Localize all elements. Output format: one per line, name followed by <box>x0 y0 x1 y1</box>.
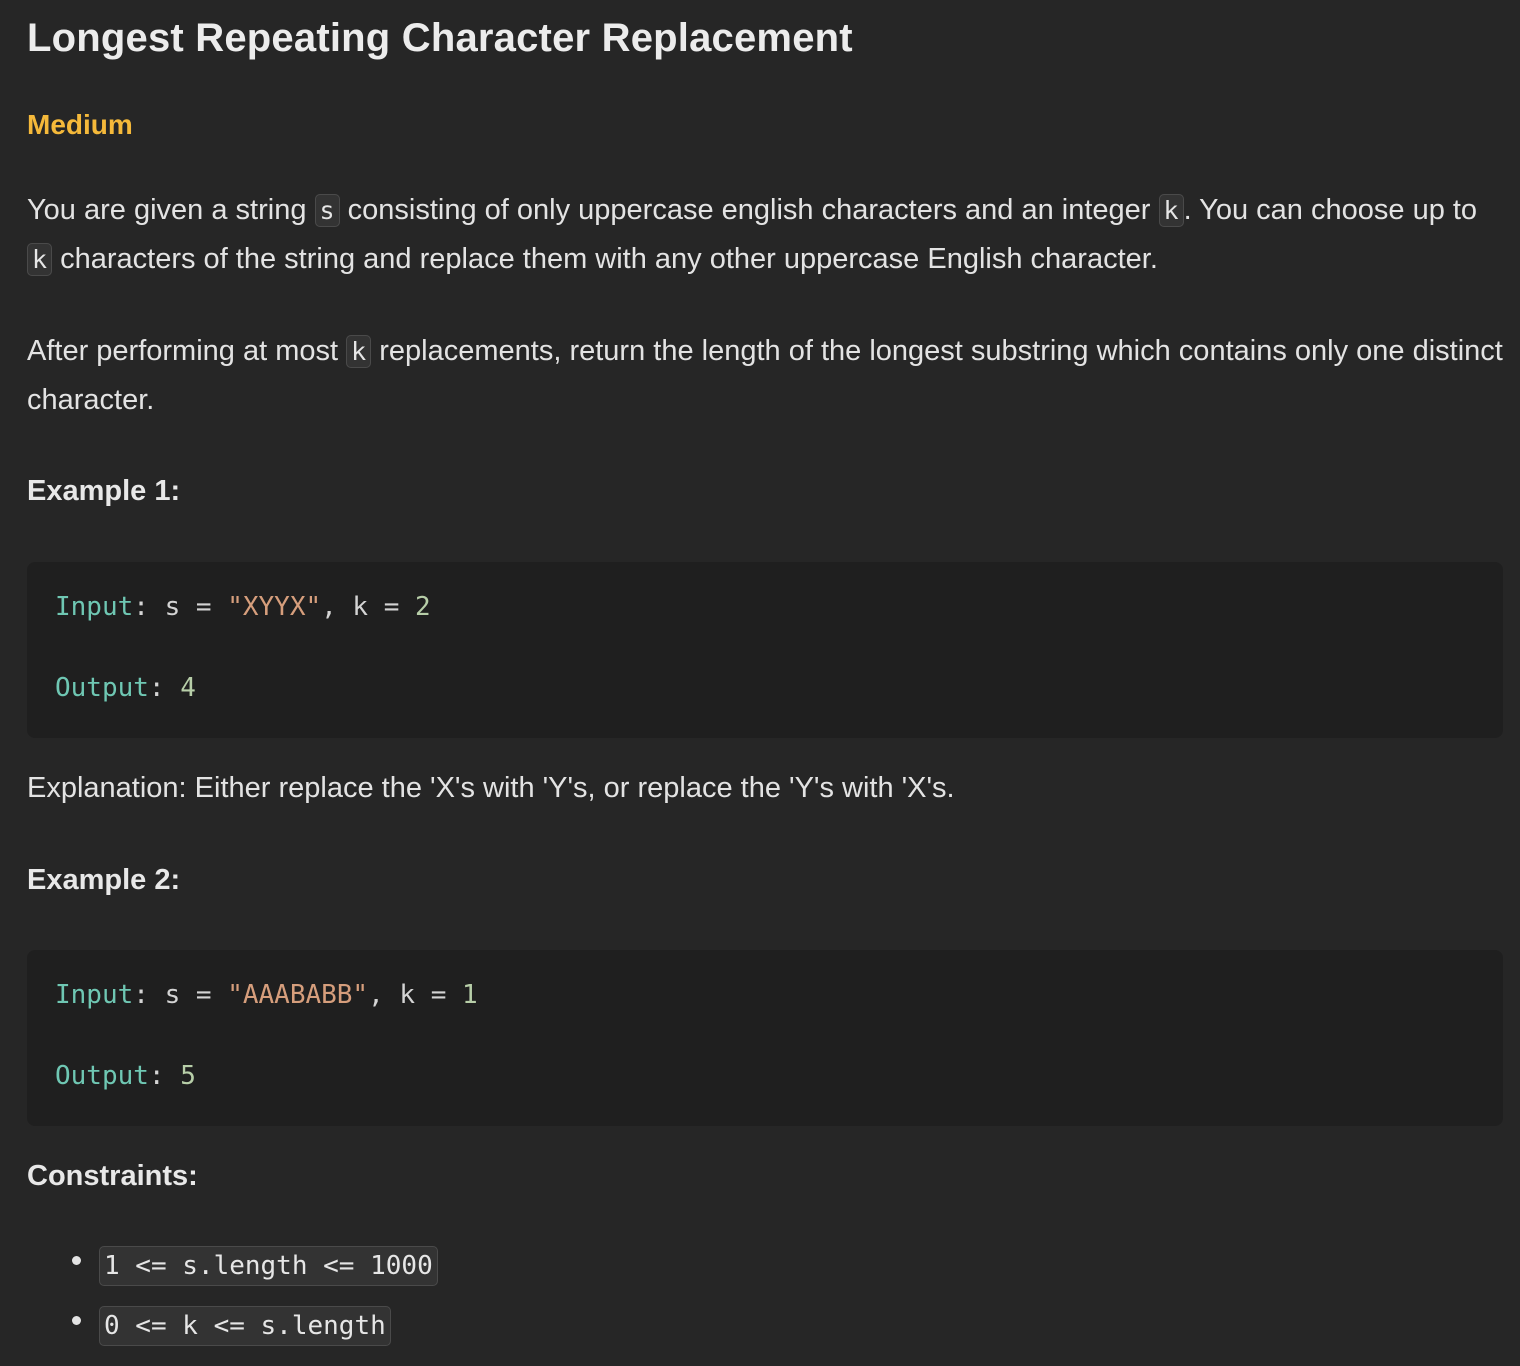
example-2-input-line: Input: s = "AAABABB", k = 1 <box>55 980 478 1010</box>
output-sep: : <box>148 673 181 703</box>
output-value: 5 <box>180 1061 196 1091</box>
example-2-code-block: Input: s = "AAABABB", k = 1 Output: 5 <box>27 950 1503 1126</box>
constraints-heading: Constraints: <box>27 1160 198 1192</box>
bullet-icon <box>72 1256 81 1265</box>
text: After performing at most <box>27 335 347 367</box>
constraint-item: 1 <= s.length <= 1000 <box>67 1246 438 1306</box>
constraint-item: 0 <= k <= s.length <box>67 1306 438 1366</box>
description-paragraph-2: After performing at most k replacements,… <box>27 327 1503 425</box>
input-k-value: 1 <box>462 980 478 1010</box>
input-k-value: 2 <box>415 592 431 622</box>
input-s-value: "AAABABB" <box>227 980 369 1010</box>
inline-code-k: k <box>27 243 53 276</box>
output-label: Output <box>55 1061 149 1091</box>
output-sep: : <box>148 1061 181 1091</box>
input-k-prefix: , k = <box>321 592 416 622</box>
input-k-prefix: , k = <box>368 980 463 1010</box>
output-label: Output <box>55 673 149 703</box>
example-1-explanation: Explanation: Either replace the 'X's wit… <box>27 772 955 804</box>
input-label: Input <box>55 980 134 1010</box>
constraint-code: 0 <= k <= s.length <box>99 1306 391 1346</box>
input-label: Input <box>55 592 134 622</box>
example-1-input-line: Input: s = "XYYX", k = 2 <box>55 592 431 622</box>
example-1-output-line: Output: 4 <box>55 673 196 703</box>
problem-title: Longest Repeating Character Replacement <box>27 16 853 60</box>
text: consisting of only uppercase english cha… <box>339 194 1159 226</box>
difficulty-badge: Medium <box>27 109 133 140</box>
example-1-code-block: Input: s = "XYYX", k = 2 Output: 4 <box>27 562 1503 738</box>
example-1-heading: Example 1: <box>27 475 181 507</box>
description-paragraph-1: You are given a string s consisting of o… <box>27 186 1503 284</box>
output-value: 4 <box>180 673 196 703</box>
constraints-list: 1 <= s.length <= 1000 0 <= k <= s.length <box>67 1246 438 1366</box>
inline-code-k: k <box>346 335 372 368</box>
text: . You can choose up to <box>1183 194 1478 226</box>
text: characters of the string and replace the… <box>52 243 1158 275</box>
constraint-code: 1 <= s.length <= 1000 <box>99 1246 438 1286</box>
input-s-value: "XYYX" <box>227 592 322 622</box>
inline-code-k: k <box>1158 194 1184 227</box>
input-s-prefix: : s = <box>133 980 228 1010</box>
example-2-output-line: Output: 5 <box>55 1061 196 1091</box>
bullet-icon <box>72 1316 81 1325</box>
inline-code-s: s <box>314 194 340 227</box>
example-2-heading: Example 2: <box>27 864 181 896</box>
text: You are given a string <box>27 194 315 226</box>
input-s-prefix: : s = <box>133 592 228 622</box>
